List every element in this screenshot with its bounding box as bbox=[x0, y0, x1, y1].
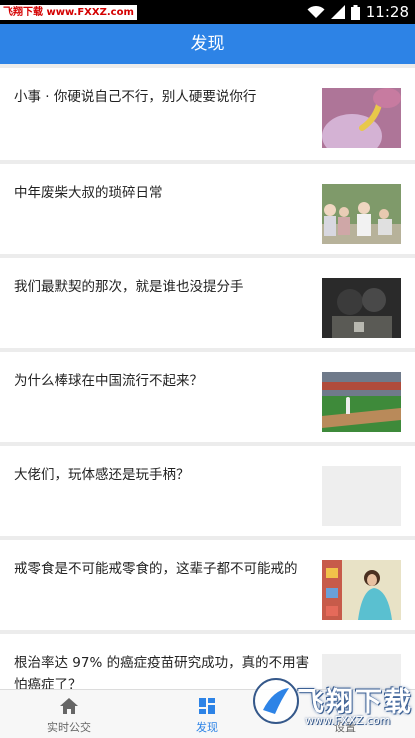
list-item-title: 小事 · 你硬说自己不行，别人硬要说你行 bbox=[14, 89, 257, 105]
home-icon bbox=[60, 698, 78, 714]
watermark-url: www.FXXZ.com bbox=[305, 714, 391, 727]
list-item-thumbnail bbox=[322, 372, 401, 432]
status-bar: 飞翔下载 www.FXXZ.com 11:28 bbox=[0, 0, 415, 24]
list-item-title: 中年废柴大叔的琐碎日常 bbox=[14, 185, 163, 201]
list-item[interactable]: 为什么棒球在中国流行不起来？ bbox=[0, 352, 415, 442]
battery-icon bbox=[350, 4, 360, 20]
list-item-thumbnail bbox=[322, 88, 401, 148]
list-item[interactable]: 戒零食是不可能戒零食的，这辈子都不可能戒的 bbox=[0, 540, 415, 630]
watermark-top: 飞翔下载 www.FXXZ.com bbox=[0, 5, 137, 20]
list-item-title: 戒零食是不可能戒零食的，这辈子都不可能戒的 bbox=[14, 561, 298, 577]
list-item[interactable]: 大佬们，玩体感还是玩手柄？ bbox=[0, 446, 415, 536]
list-item-thumbnail bbox=[322, 466, 401, 526]
page-title: 发现 bbox=[190, 34, 225, 54]
status-icons: 11:28 bbox=[307, 2, 409, 22]
list-item-thumbnail bbox=[322, 184, 401, 244]
list-item-title: 我们最默契的那次，就是谁也没提分手 bbox=[14, 279, 244, 295]
tab-label: 实时公交 bbox=[47, 721, 91, 734]
watermark-logo-icon bbox=[253, 678, 299, 724]
status-time: 11:28 bbox=[365, 3, 409, 21]
list-item[interactable]: 我们最默契的那次，就是谁也没提分手 bbox=[0, 258, 415, 348]
list-item[interactable]: 小事 · 你硬说自己不行，别人硬要说你行 bbox=[0, 68, 415, 160]
list-item-thumbnail bbox=[322, 278, 401, 338]
wifi-icon bbox=[307, 5, 325, 18]
app-bar: 发现 bbox=[0, 24, 415, 64]
grid-icon bbox=[199, 698, 215, 714]
signal-icon bbox=[330, 5, 345, 19]
watermark-bottom: 飞翔下载 www.FXXZ.com bbox=[247, 662, 415, 738]
list-item-title: 大佬们，玩体感还是玩手柄？ bbox=[14, 467, 190, 483]
list-item[interactable]: 中年废柴大叔的琐碎日常 bbox=[0, 164, 415, 254]
list-item-title: 为什么棒球在中国流行不起来？ bbox=[14, 373, 203, 389]
list-item-thumbnail bbox=[322, 560, 401, 620]
tab-realtime-bus[interactable]: 实时公交 bbox=[0, 690, 138, 738]
feed-list[interactable]: 小事 · 你硬说自己不行，别人硬要说你行 中年废柴大叔的琐碎日常 我们最默契的那… bbox=[0, 64, 415, 689]
